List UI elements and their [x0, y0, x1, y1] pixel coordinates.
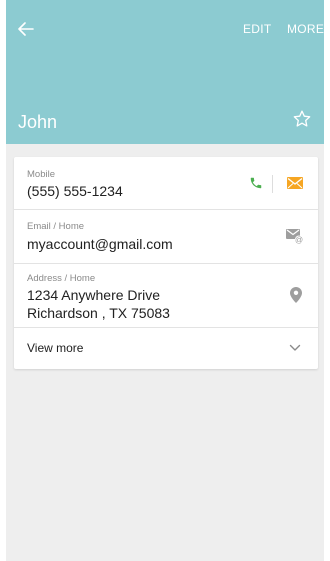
map-button[interactable]: [286, 284, 306, 306]
email-row[interactable]: Email / Home myaccount@gmail.com @: [14, 210, 318, 264]
email-address: myaccount@gmail.com: [27, 236, 173, 252]
more-button[interactable]: MORE: [287, 22, 324, 36]
send-email-button[interactable]: @: [284, 226, 306, 246]
email-icon: @: [286, 228, 303, 244]
svg-text:@: @: [295, 235, 303, 244]
address-line-1: 1234 Anywhere Drive: [27, 287, 161, 303]
contact-name: John: [18, 112, 58, 132]
action-divider: [272, 175, 273, 193]
email-label: Email / Home: [27, 221, 85, 232]
contact-header: EDIT MORE John: [6, 0, 324, 144]
view-more-label: View more: [27, 341, 84, 355]
address-line-2: Richardson , TX 75083: [27, 305, 170, 321]
back-arrow-icon: [18, 22, 34, 36]
address-label: Address / Home: [27, 273, 96, 284]
edit-button[interactable]: EDIT: [243, 22, 272, 36]
expand-button[interactable]: [287, 340, 303, 356]
message-icon: [287, 177, 303, 189]
address-row[interactable]: Address / Home 1234 Anywhere Drive Richa…: [14, 264, 318, 328]
view-more-row[interactable]: View more: [14, 328, 318, 369]
chevron-down-icon: [289, 344, 301, 351]
mobile-number: (555) 555-1234: [27, 183, 123, 199]
message-button[interactable]: [284, 173, 306, 193]
mobile-label: Mobile: [27, 169, 55, 180]
mobile-row[interactable]: Mobile (555) 555-1234: [14, 157, 318, 210]
back-button[interactable]: [14, 17, 38, 41]
favorite-button[interactable]: [292, 109, 312, 129]
call-button[interactable]: [246, 173, 266, 193]
phone-icon: [250, 177, 262, 189]
contact-info-card: Mobile (555) 555-1234 Email / Home myacc…: [14, 157, 318, 369]
contact-detail-screen: EDIT MORE John Mobile (555) 555-1234 Ema…: [6, 0, 324, 561]
location-pin-icon: [290, 287, 302, 303]
star-outline-icon: [293, 110, 311, 127]
